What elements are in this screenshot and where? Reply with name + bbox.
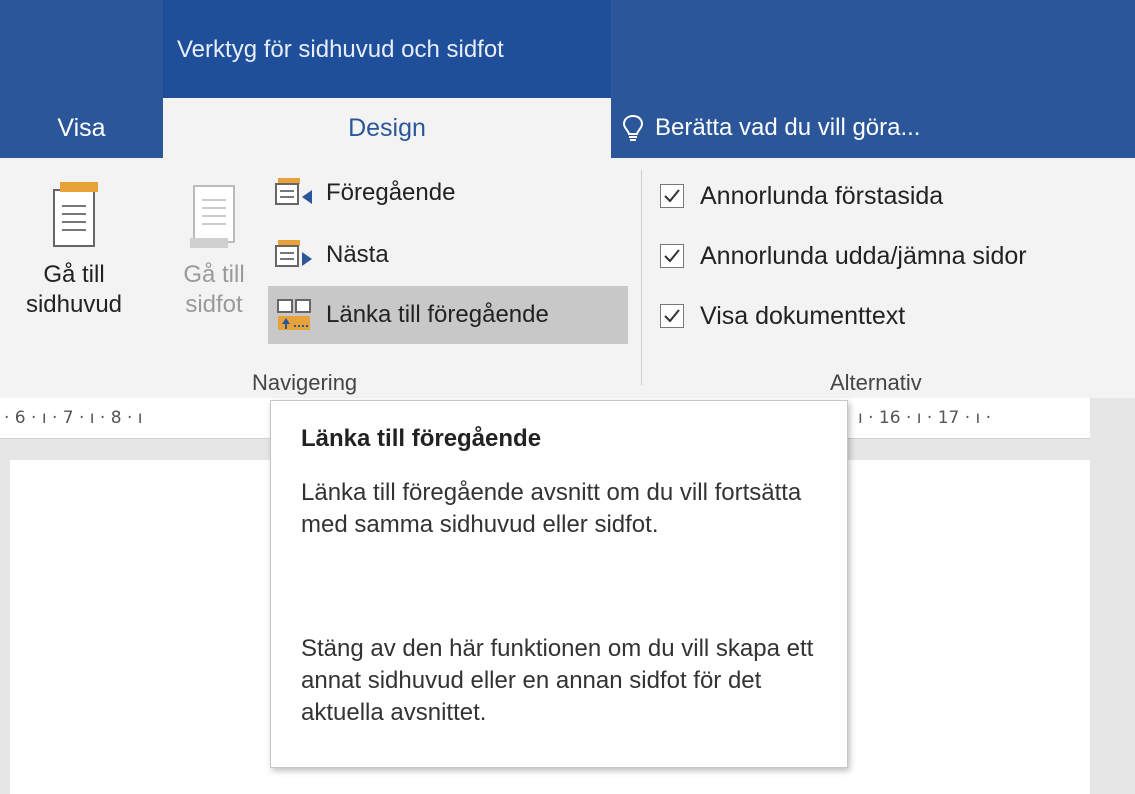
group-label-alternativ: Alternativ — [830, 370, 922, 395]
tab-visa[interactable]: Visa — [0, 98, 163, 158]
tell-me-search[interactable]: Berätta vad du vill göra... — [611, 98, 1041, 158]
previous-arrow-icon — [275, 178, 312, 205]
link-to-previous-button[interactable]: Länka till föregående — [268, 286, 628, 344]
ribbon: Gå till sidhuvud Gå till sidfot Föregåen… — [0, 158, 1135, 398]
previous-section-button[interactable]: Föregående — [268, 168, 628, 218]
checkbox-label: Annorlunda förstasida — [700, 182, 944, 210]
goto-footer-button[interactable]: Gå till sidfot — [168, 180, 260, 320]
next-label: Nästa — [326, 241, 389, 268]
tooltip-title: Länka till föregående — [301, 425, 542, 452]
contextual-tab-group: Verktyg för sidhuvud och sidfot — [163, 0, 611, 98]
group-label-navigering: Navigering — [252, 370, 358, 395]
goto-header-button[interactable]: Gå till sidhuvud — [14, 180, 134, 320]
previous-label: Föregående — [326, 179, 456, 206]
tell-me-text: Berätta vad du vill göra... — [655, 114, 921, 141]
lightbulb-icon — [622, 114, 644, 141]
checkbox-box[interactable] — [660, 244, 684, 268]
goto-footer-label-1: Gå till — [183, 261, 245, 288]
next-arrow-icon — [275, 240, 312, 267]
tooltip-paragraph-1: Länka till föregående avsnitt om du vill… — [301, 479, 802, 538]
footer-page-icon — [190, 185, 235, 248]
goto-header-label-2: sidhuvud — [25, 291, 123, 318]
goto-header-label-1: Gå till — [43, 261, 105, 288]
checkmark-icon — [664, 189, 680, 203]
goto-footer-label-2: sidfot — [185, 291, 243, 318]
tooltip-paragraph-2: Stäng av den här funktionen om du vill s… — [301, 635, 814, 726]
ruler-ticks-right: ı · 16 · ı · 17 · ı · — [858, 408, 992, 428]
header-page-icon — [53, 182, 98, 247]
ruler-ticks-left: · 6 · ı · 7 · ı · 8 · ı — [4, 408, 143, 428]
contextual-tab-label: Verktyg för sidhuvud och sidfot — [177, 36, 504, 63]
link-previous-icon — [277, 299, 311, 330]
link-previous-label: Länka till föregående — [326, 301, 549, 328]
tab-design[interactable]: Design — [163, 98, 611, 158]
group-separator — [641, 170, 642, 385]
next-section-button[interactable]: Nästa — [268, 230, 628, 280]
checkbox-label: Visa dokumenttext — [700, 302, 906, 330]
checkbox-box[interactable] — [660, 304, 684, 328]
tooltip: Länka till föregående Länka till föregåe… — [270, 400, 848, 768]
checkmark-icon — [664, 249, 680, 263]
checkbox-box[interactable] — [660, 184, 684, 208]
checkmark-icon — [664, 309, 680, 323]
checkbox-label: Annorlunda udda/jämna sidor — [700, 242, 1027, 270]
